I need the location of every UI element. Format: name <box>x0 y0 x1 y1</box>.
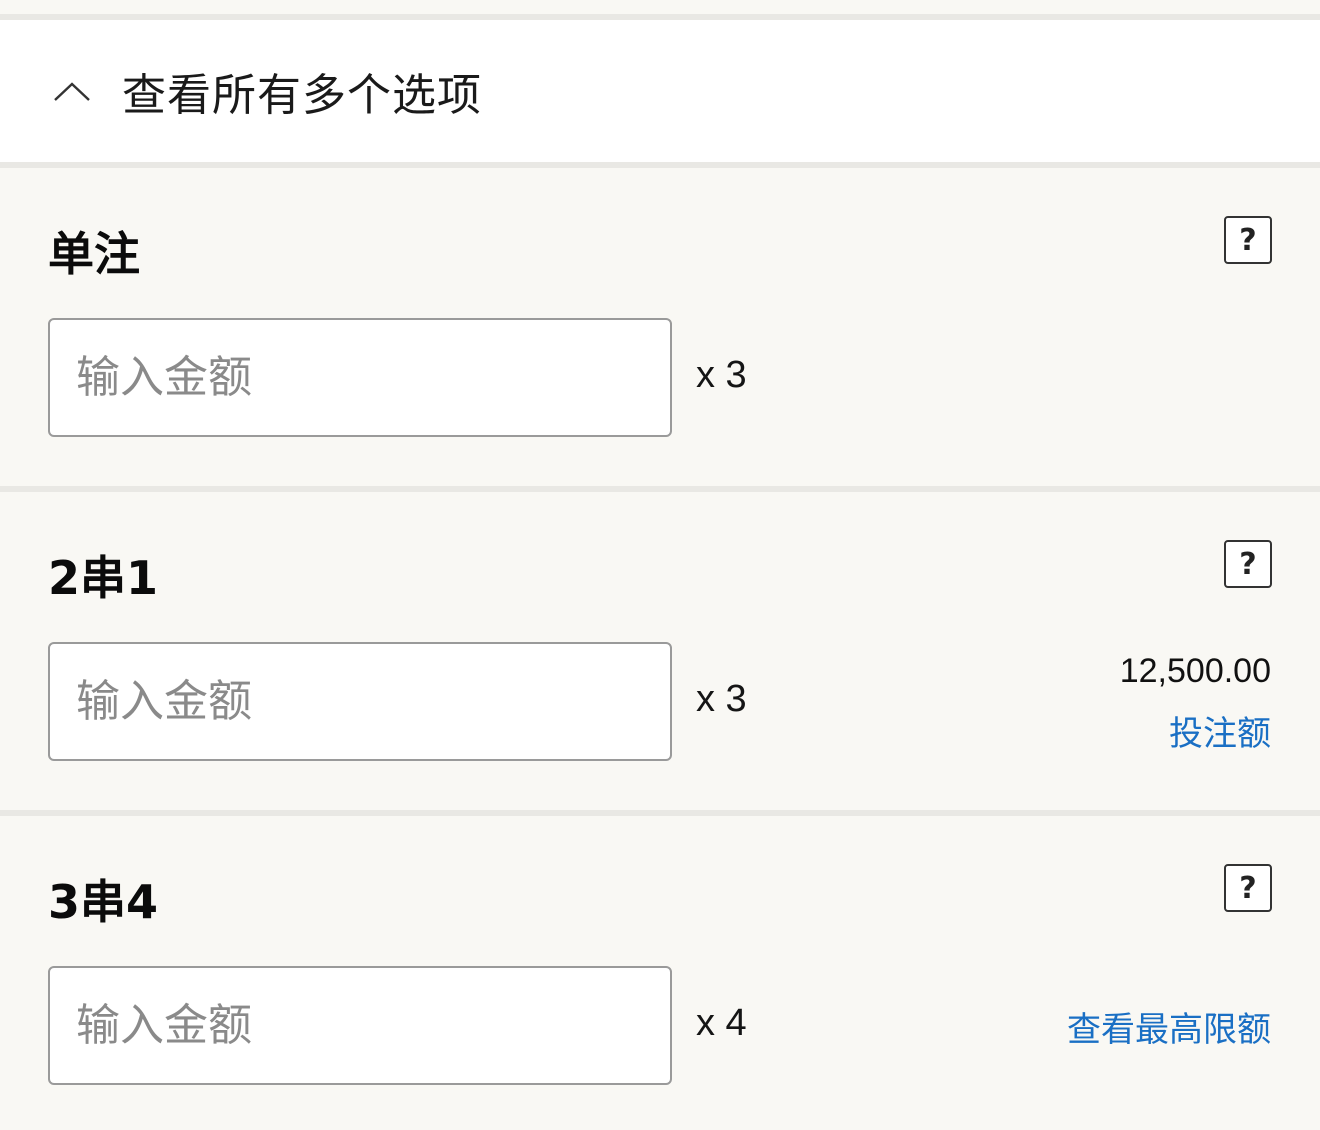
stake-input[interactable] <box>48 318 672 437</box>
top-strip <box>0 0 1320 14</box>
multiplier: x 3 <box>696 354 747 396</box>
max-stake-amount: 12,500.00 <box>1119 652 1271 690</box>
question-mark-icon[interactable]: ? <box>1224 540 1272 588</box>
stake-link[interactable]: 投注额 <box>1169 706 1271 755</box>
bet-title: 单注 <box>48 227 140 281</box>
multiplier: x 3 <box>696 678 747 720</box>
view-max-limit-link[interactable]: 查看最高限额 <box>1067 1002 1271 1051</box>
bet-section-3-fold: 3串4 ? x 4 查看最高限额 <box>0 816 1320 1126</box>
bet-section-2-fold: 2串1 ? x 3 12,500.00 投注额 <box>0 492 1320 810</box>
bet-section-singles: 单注 ? x 3 <box>0 168 1320 486</box>
chevron-up-icon <box>54 82 90 101</box>
question-mark-icon[interactable]: ? <box>1224 216 1272 264</box>
view-all-multiples-label: 查看所有多个选项 <box>122 70 482 121</box>
stake-input[interactable] <box>48 966 672 1085</box>
question-mark-icon[interactable]: ? <box>1224 864 1272 912</box>
view-all-multiples-toggle[interactable]: 查看所有多个选项 <box>0 20 1320 162</box>
stake-input[interactable] <box>48 642 672 761</box>
multiplier: x 4 <box>696 1002 747 1044</box>
bet-title: 2串1 <box>48 551 159 605</box>
bet-title: 3串4 <box>48 875 159 929</box>
